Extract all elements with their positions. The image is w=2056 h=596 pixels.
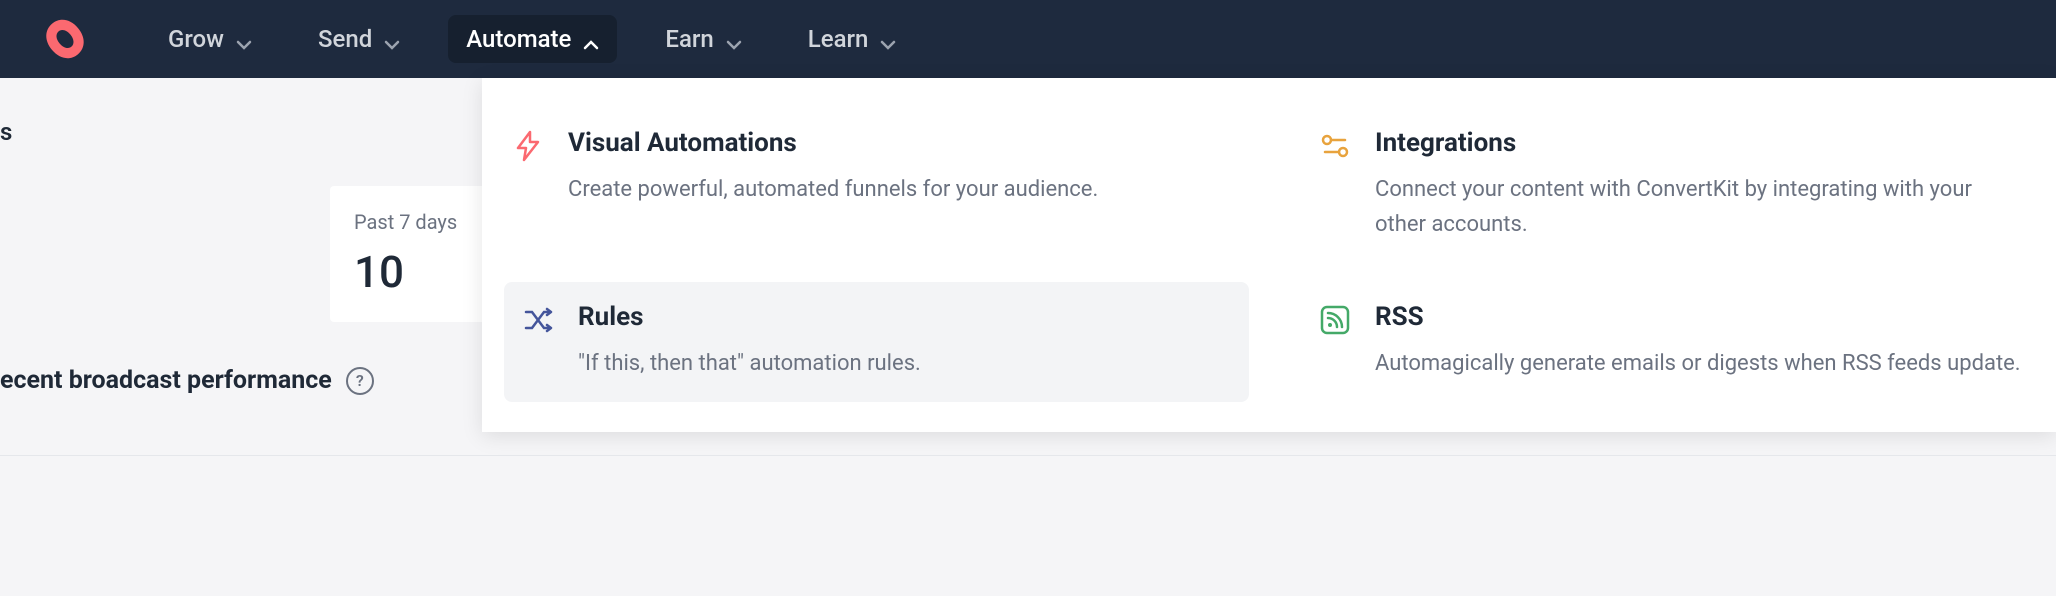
menu-rules[interactable]: Rules "If this, then that" automation ru… xyxy=(504,282,1249,401)
divider xyxy=(0,455,2056,456)
menu-title: Integrations xyxy=(1375,128,2026,158)
perf-title: ecent broadcast performance xyxy=(0,366,332,395)
top-navbar: Grow Send Automate Earn Learn xyxy=(0,0,2056,78)
convertkit-logo[interactable] xyxy=(40,14,90,64)
nav-earn[interactable]: Earn xyxy=(647,15,759,63)
rss-icon xyxy=(1319,304,1351,336)
menu-desc: Automagically generate emails or digests… xyxy=(1375,346,2026,381)
chevron-up-icon xyxy=(583,31,599,47)
menu-content: Visual Automations Create powerful, auto… xyxy=(568,128,1219,207)
integrations-icon xyxy=(1319,130,1351,162)
menu-rss[interactable]: RSS Automagically generate emails or dig… xyxy=(1289,282,2056,401)
chevron-down-icon xyxy=(880,31,896,47)
chevron-down-icon xyxy=(726,31,742,47)
menu-title: RSS xyxy=(1375,302,2026,332)
chevron-down-icon xyxy=(384,31,400,47)
menu-title: Rules xyxy=(578,302,1219,332)
nav-grow[interactable]: Grow xyxy=(150,15,270,63)
menu-title: Visual Automations xyxy=(568,128,1219,158)
menu-desc: Connect your content with ConvertKit by … xyxy=(1375,172,2026,242)
menu-integrations[interactable]: Integrations Connect your content with C… xyxy=(1289,108,2056,262)
menu-content: Rules "If this, then that" automation ru… xyxy=(578,302,1219,381)
help-icon[interactable]: ? xyxy=(346,367,374,395)
bolt-icon xyxy=(512,130,544,162)
nav-label: Earn xyxy=(665,25,713,53)
menu-visual-automations[interactable]: Visual Automations Create powerful, auto… xyxy=(482,108,1249,262)
shuffle-icon xyxy=(522,304,554,336)
nav-send[interactable]: Send xyxy=(300,15,418,63)
menu-content: Integrations Connect your content with C… xyxy=(1375,128,2026,242)
nav-label: Learn xyxy=(808,25,869,53)
nav-learn[interactable]: Learn xyxy=(790,15,915,63)
menu-desc: "If this, then that" automation rules. xyxy=(578,346,1219,381)
chevron-down-icon xyxy=(236,31,252,47)
nav-items: Grow Send Automate Earn Learn xyxy=(150,15,914,63)
menu-content: RSS Automagically generate emails or dig… xyxy=(1375,302,2026,381)
automate-dropdown: Visual Automations Create powerful, auto… xyxy=(482,78,2056,432)
nav-automate[interactable]: Automate xyxy=(448,15,617,63)
nav-label: Grow xyxy=(168,25,224,53)
nav-label: Send xyxy=(318,25,372,53)
nav-label: Automate xyxy=(466,25,571,53)
menu-desc: Create powerful, automated funnels for y… xyxy=(568,172,1219,207)
